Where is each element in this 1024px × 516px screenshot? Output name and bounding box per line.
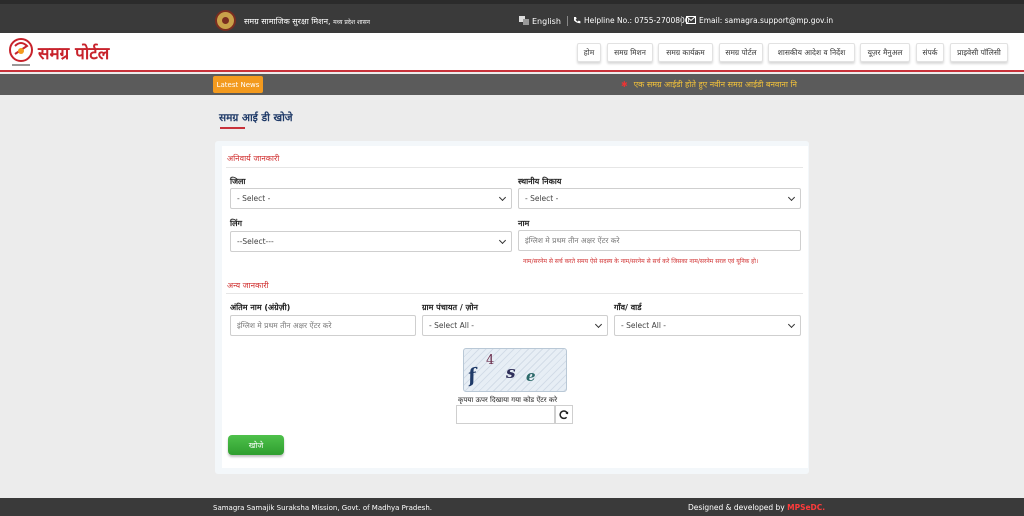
name-label: नाम xyxy=(518,219,530,228)
section-divider xyxy=(226,167,803,168)
language-toggle[interactable]: English xyxy=(519,16,561,26)
captcha-char: 4 xyxy=(486,353,495,368)
samagra-logo-icon[interactable] xyxy=(6,36,36,68)
top-bar: समग्र सामाजिक सुरक्षा मिशन, मध्य प्रदेश … xyxy=(0,0,1024,33)
captcha-char: e xyxy=(526,367,536,385)
captcha-image: f 4 s e xyxy=(463,348,567,392)
section-divider xyxy=(226,293,803,294)
news-ticker-text[interactable]: एक समग्र आईडी होते हुए नवीन समग्र आईडी ब… xyxy=(634,80,797,89)
phone-icon xyxy=(574,17,581,24)
footer-credit: Designed & developed by MPSeDC. xyxy=(688,503,825,512)
gender-label: लिंग xyxy=(230,219,242,228)
name-placeholder: इंग्लिश मे प्रथम तीन अक्षर ऐंटर करे xyxy=(525,235,620,245)
site-footer: Samagra Samajik Suraksha Mission, Govt. … xyxy=(0,498,1024,516)
captcha-refresh-button[interactable] xyxy=(555,405,573,424)
footer-copyright: Samagra Samajik Suraksha Mission, Govt. … xyxy=(213,504,432,512)
village-select[interactable]: - Select All - xyxy=(614,315,801,336)
nav-samagra-portal[interactable]: समग्र पोर्टल xyxy=(719,43,763,62)
district-select[interactable]: - Select - xyxy=(230,188,512,209)
bullet-star-icon: ✱ xyxy=(621,80,628,89)
mission-subtitle: मध्य प्रदेश शासन xyxy=(333,19,370,26)
mail-icon xyxy=(686,16,696,24)
portal-logo-text[interactable]: समग्र पोर्टल xyxy=(38,41,109,64)
support-email[interactable]: Email: samagra.support@mp.gov.in xyxy=(686,16,833,25)
refresh-icon xyxy=(559,409,569,419)
divider xyxy=(681,16,682,26)
search-button[interactable]: खोजे xyxy=(228,435,284,455)
panchayat-label: ग्राम पंचायत / ज़ोन xyxy=(422,303,478,312)
helpline-text: Helpline No.: 0755-2700800 xyxy=(584,16,690,25)
name-input[interactable]: इंग्लिश मे प्रथम तीन अक्षर ऐंटर करे xyxy=(518,230,801,251)
mission-title: समग्र सामाजिक सुरक्षा मिशन, xyxy=(244,17,331,26)
nav-contact[interactable]: संपर्क xyxy=(916,43,944,62)
gender-select[interactable]: --Select--- xyxy=(230,231,512,252)
surname-label: अंतिम नाम (अंग्रेज़ी) xyxy=(230,303,291,312)
local-body-label: स्थानीय निकाय xyxy=(518,177,562,186)
mission-name: समग्र सामाजिक सुरक्षा मिशन, मध्य प्रदेश … xyxy=(244,16,370,27)
mpsedc-link[interactable]: MPSeDC. xyxy=(787,503,825,512)
nav-samagra-program[interactable]: समग्र कार्यक्रम xyxy=(658,43,713,62)
name-search-note: नाम/सरनेम से सर्च करते समय ऐसे सदस्य के … xyxy=(523,258,759,265)
other-info-heading: अन्य जानकारी xyxy=(227,281,269,290)
local-body-select[interactable]: - Select - xyxy=(518,188,801,209)
site-header: समग्र पोर्टल होम समग्र मिशन समग्र कार्यक… xyxy=(0,33,1024,72)
surname-input[interactable]: इंग्लिश मे प्रथम तीन अक्षर ऐंटर करे xyxy=(230,315,416,336)
nav-home[interactable]: होम xyxy=(577,43,601,62)
surname-placeholder: इंग्लिश मे प्रथम तीन अक्षर ऐंटर करे xyxy=(237,320,332,330)
latest-news-badge: Latest News xyxy=(213,76,263,93)
footer-credit-text: Designed & developed by xyxy=(688,503,785,512)
gender-selected-value: --Select--- xyxy=(237,237,274,246)
local-body-selected-value: - Select - xyxy=(525,194,559,203)
mp-emblem-icon xyxy=(215,10,236,31)
nav-samagra-mission[interactable]: समग्र मिशन xyxy=(607,43,653,62)
title-underline xyxy=(220,127,245,129)
district-selected-value: - Select - xyxy=(237,194,271,203)
nav-govt-orders[interactable]: शासकीय आदेश व निर्देश xyxy=(768,43,855,62)
mandatory-info-heading: अनिवार्य जानकारी xyxy=(227,154,280,163)
district-label: जिला xyxy=(230,177,246,186)
village-selected-value: - Select All - xyxy=(621,321,666,330)
village-label: गाँव/ वार्ड xyxy=(614,303,642,312)
divider xyxy=(567,16,568,26)
captcha-char: s xyxy=(506,363,516,383)
language-label[interactable]: English xyxy=(532,17,561,26)
news-bar: Latest News ✱ एक समग्र आईडी होते हुए नवीन… xyxy=(0,74,1024,95)
helpline: Helpline No.: 0755-2700800 xyxy=(573,16,690,25)
news-ticker[interactable]: ✱ एक समग्र आईडी होते हुए नवीन समग्र आईडी … xyxy=(621,79,821,90)
nav-user-manual[interactable]: यूज़र मैनुअल xyxy=(860,43,910,62)
page-title: समग्र आई डी खोजे xyxy=(219,112,293,124)
email-text[interactable]: Email: samagra.support@mp.gov.in xyxy=(699,16,833,25)
captcha-char: f xyxy=(466,364,479,388)
captcha-input[interactable] xyxy=(456,405,555,424)
captcha-hint: कृपया ऊपर दिखाया गया कोड ऐंटर करे xyxy=(458,396,558,404)
panchayat-selected-value: - Select All - xyxy=(429,321,474,330)
panchayat-select[interactable]: - Select All - xyxy=(422,315,608,336)
translate-icon xyxy=(519,16,529,25)
nav-privacy-policy[interactable]: प्राइवेसी पॉलिसी xyxy=(950,43,1008,62)
